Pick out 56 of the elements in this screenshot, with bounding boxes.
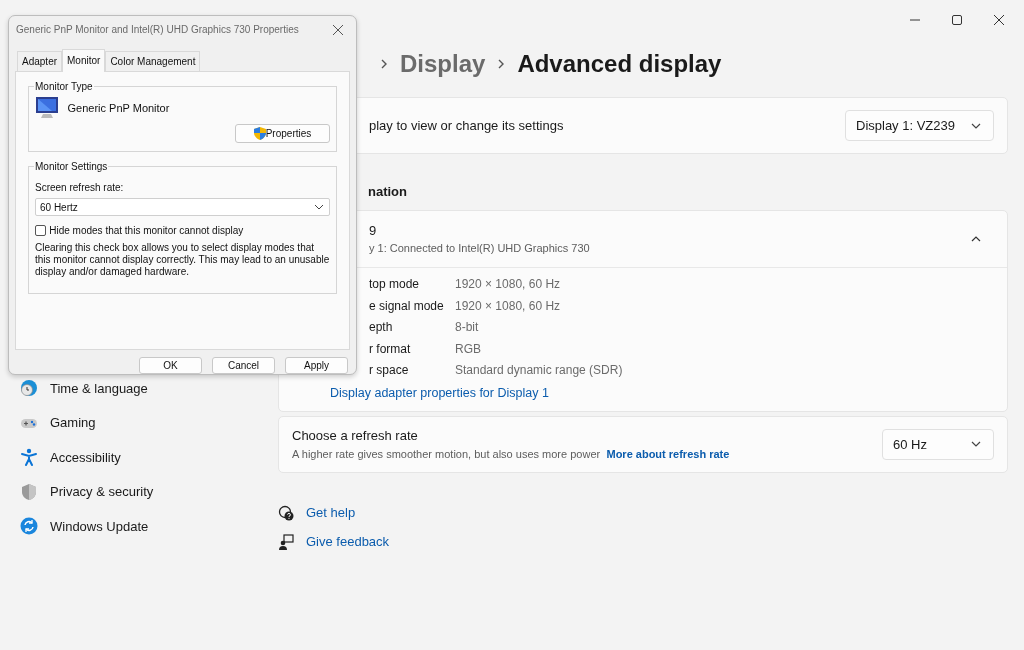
info-label: top mode: [369, 276, 421, 294]
info-value: 8-bit: [454, 319, 479, 337]
refresh-rate-dropdown[interactable]: 60 Hz: [882, 428, 994, 460]
clock-globe-icon: [20, 379, 38, 398]
group-legend: Monitor Settings: [34, 159, 109, 174]
help-link[interactable]: Get help: [306, 502, 356, 523]
field-label: Screen refresh rate:: [35, 181, 125, 195]
chevron-right-icon: [498, 59, 505, 69]
shield-icon: [253, 127, 266, 141]
sidebar-item[interactable]: Privacy & security: [18, 474, 160, 509]
section-heading: nation: [368, 183, 408, 201]
maximize-icon: [950, 14, 964, 26]
info-label: r space: [369, 362, 410, 380]
setting-label: play to view or change its settings: [369, 116, 564, 135]
setting-title: Choose a refresh rate: [292, 427, 419, 446]
dialog-title: Generic PnP Monitor and Intel(R) UHD Graphics 730 Properties: [16, 23, 299, 37]
display-name: 9: [369, 221, 378, 240]
feedback-link[interactable]: Give feedback: [306, 532, 390, 552]
dialog-tab[interactable]: Color Management: [105, 51, 201, 71]
feedback-icon: [278, 534, 294, 550]
close-icon: [992, 14, 1006, 26]
group-legend: Monitor Type: [34, 79, 94, 94]
hide-modes-checkbox[interactable]: Hide modes that this monitor cannot display: [35, 222, 330, 238]
info-value: 1920 × 1080, 60 Hz: [454, 297, 561, 315]
monitor-name: Generic PnP Monitor: [67, 100, 170, 116]
breadcrumb-link[interactable]: Display: [400, 46, 486, 82]
chevron-right-icon: [381, 59, 387, 69]
info-value: 1920 × 1080, 60 Hz: [454, 276, 561, 294]
sidebar-item[interactable]: Accessibility: [18, 440, 127, 475]
setting-description: A higher rate gives smoother motion, but also uses more power: [292, 447, 601, 460]
dialog-tab[interactable]: Adapter: [17, 51, 63, 71]
display-connection: y 1: Connected to Intel(R) UHD Graphics 730: [369, 241, 590, 256]
accessibility-icon: [20, 448, 38, 467]
dialog-tab[interactable]: Monitor: [62, 49, 106, 72]
monitor-icon: [35, 95, 61, 121]
sidebar-item[interactable]: Windows Update: [18, 509, 155, 544]
update-icon: [20, 517, 38, 536]
adapter-properties-link[interactable]: Display adapter properties for Display 1: [330, 386, 549, 400]
page-title: Advanced display: [517, 49, 722, 79]
info-label: epth: [369, 319, 394, 337]
info-label: e signal mode: [369, 297, 445, 315]
refresh-info-link[interactable]: More about refresh rate: [606, 447, 730, 460]
ok-button[interactable]: OK: [139, 357, 202, 374]
shield-icon: [20, 482, 38, 501]
close-icon: [332, 23, 344, 36]
apply-button[interactable]: Apply: [285, 357, 348, 374]
help-icon: [278, 504, 294, 521]
info-value: RGB: [454, 340, 481, 358]
info-label: r format: [369, 340, 412, 358]
properties-button[interactable]: Properties: [235, 124, 330, 144]
sidebar-item[interactable]: Gaming: [18, 405, 102, 440]
refresh-rate-dropdown[interactable]: 60 Hertz: [35, 198, 330, 216]
warning-text: Clearing this check box allows you to select display modes that this monitor cannot display correctly. This may lead to an unusable display and/or damaged hardware.: [35, 241, 330, 278]
info-value: Standard dynamic range (SDR): [454, 362, 623, 380]
display-dropdown[interactable]: Display 1: VZ239: [845, 109, 994, 142]
cancel-button[interactable]: Cancel: [212, 357, 275, 374]
